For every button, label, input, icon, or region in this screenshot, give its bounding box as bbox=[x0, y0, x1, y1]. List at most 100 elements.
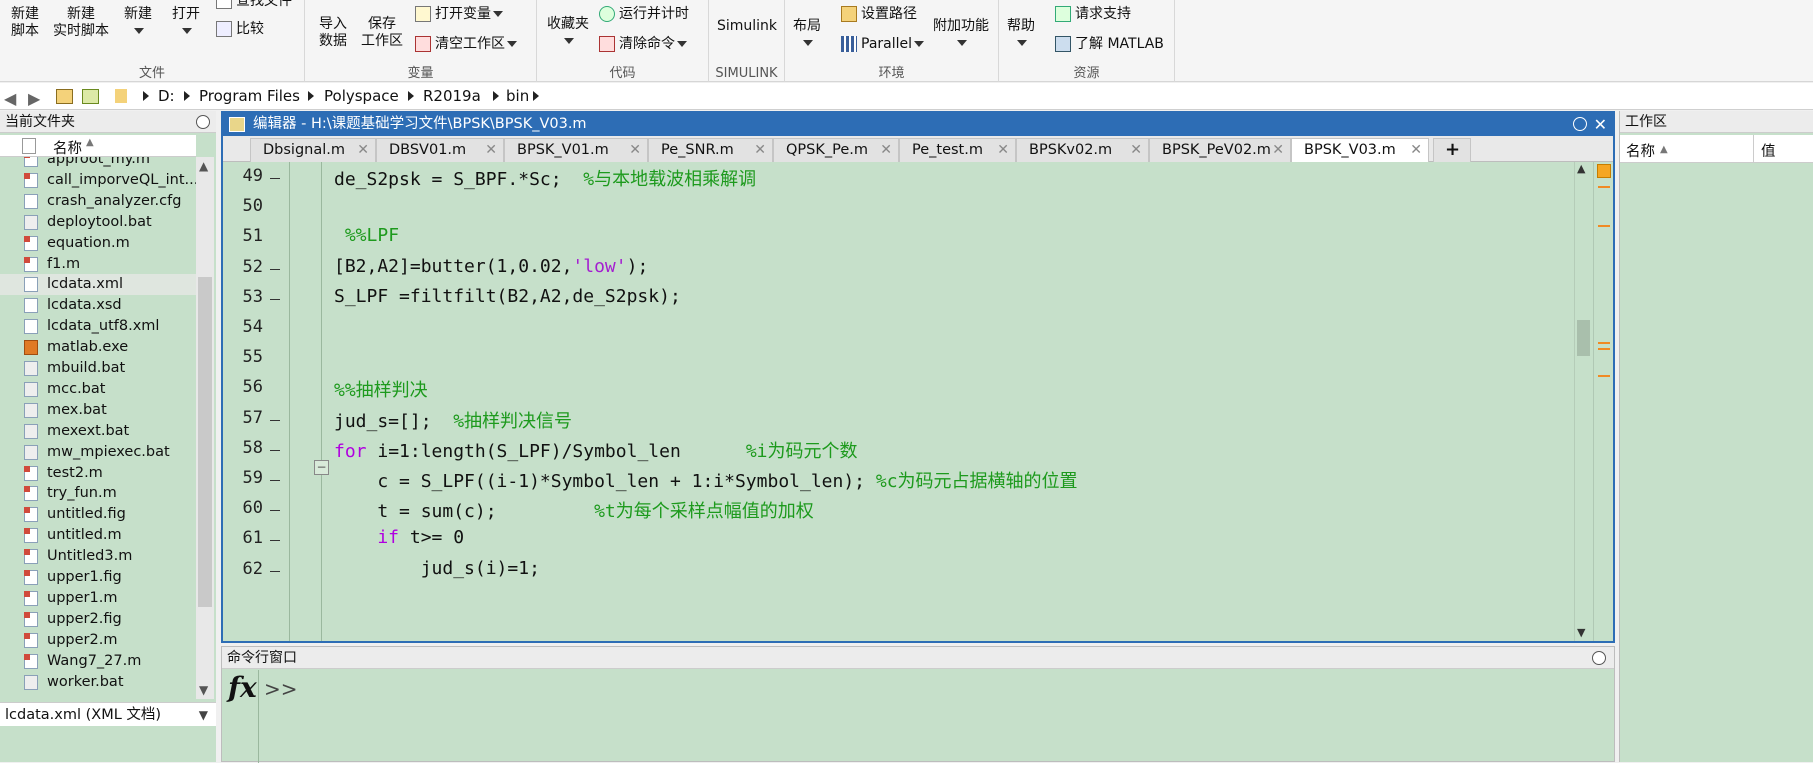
command-prompt[interactable]: >> bbox=[264, 677, 298, 701]
warning-marker[interactable] bbox=[1598, 375, 1610, 377]
file-list-item[interactable]: f1.m bbox=[0, 254, 196, 275]
new-tab-icon[interactable]: + bbox=[1433, 138, 1471, 162]
file-list-item[interactable]: approot_my.m bbox=[0, 157, 196, 170]
warning-marker[interactable] bbox=[1598, 225, 1610, 227]
details-bar[interactable]: lcdata.xml (XML 文档) ▼ bbox=[0, 702, 216, 726]
scroll-up-icon[interactable]: ▲ bbox=[1577, 162, 1585, 175]
new-script-button[interactable]: 新建 脚本 bbox=[4, 6, 46, 40]
editor-tab[interactable]: QPSK_Pe.m ✕ bbox=[773, 138, 899, 162]
file-list-item[interactable]: equation.m bbox=[0, 233, 196, 254]
file-list-item[interactable]: Wang7_27.m bbox=[0, 651, 196, 672]
file-list-item[interactable]: upper1.m bbox=[0, 588, 196, 609]
breakpoint-marker[interactable] bbox=[270, 480, 280, 481]
back-arrow-icon[interactable]: ◀ bbox=[4, 89, 16, 108]
file-list-item[interactable]: crash_analyzer.cfg bbox=[0, 191, 196, 212]
close-tab-icon[interactable]: ✕ bbox=[880, 139, 892, 161]
warning-marker[interactable] bbox=[1598, 348, 1610, 350]
simulink-button[interactable]: Simulink bbox=[713, 18, 781, 35]
close-tab-icon[interactable]: ✕ bbox=[1272, 139, 1284, 161]
editor-tab[interactable]: Pe_test.m ✕ bbox=[899, 138, 1016, 162]
file-list-header[interactable]: 名称 ▲ bbox=[0, 135, 196, 157]
close-tab-icon[interactable]: ✕ bbox=[754, 139, 766, 161]
breakpoint-marker[interactable] bbox=[270, 268, 280, 270]
file-list-item[interactable]: Untitled3.m bbox=[0, 546, 196, 567]
chevron-down-icon[interactable]: ▼ bbox=[199, 703, 208, 727]
file-list-item[interactable]: call_imporveQL_int... bbox=[0, 170, 196, 191]
file-list-item[interactable]: lcdata_utf8.xml bbox=[0, 316, 196, 337]
warning-indicator-icon[interactable] bbox=[1597, 164, 1611, 178]
breakpoint-marker[interactable] bbox=[270, 449, 280, 451]
clear-workspace-button[interactable]: 清空工作区 bbox=[415, 34, 517, 54]
editor-tab[interactable]: BPSK_V03.m ✕ bbox=[1291, 138, 1429, 162]
scrollbar-thumb[interactable] bbox=[198, 277, 212, 607]
warning-marker[interactable] bbox=[1598, 186, 1610, 188]
file-list-item[interactable]: lcdata.xml bbox=[0, 274, 196, 296]
file-list-item[interactable]: lcdata.xsd bbox=[0, 295, 196, 316]
editor-menu-icon[interactable] bbox=[1573, 117, 1587, 131]
file-list-item[interactable]: upper2.m bbox=[0, 630, 196, 651]
compare-button[interactable]: 比较 bbox=[216, 19, 264, 39]
open-variable-button[interactable]: 打开变量 bbox=[415, 4, 503, 24]
parallel-button[interactable]: Parallel bbox=[841, 34, 925, 54]
workspace-value-column[interactable]: 值 bbox=[1761, 140, 1776, 161]
file-list-scrollbar[interactable]: ▲ ▼ bbox=[196, 157, 214, 699]
file-list-item[interactable]: mexext.bat bbox=[0, 421, 196, 442]
up-folder-icon[interactable] bbox=[56, 89, 73, 104]
breakpoint-marker[interactable] bbox=[270, 570, 280, 572]
open-button[interactable]: 打开 bbox=[166, 6, 206, 40]
editor-tab[interactable]: BPSK_PeV02.m ✕ bbox=[1149, 138, 1291, 162]
code-analyzer-bar[interactable] bbox=[1593, 162, 1613, 641]
workspace-name-column[interactable]: 名称 bbox=[1626, 140, 1655, 161]
editor-tab[interactable]: DBSV01.m ✕ bbox=[376, 138, 504, 162]
forward-arrow-icon[interactable]: ▶ bbox=[28, 89, 40, 108]
editor-tab[interactable]: Dbsignal.m ✕ bbox=[250, 138, 376, 162]
save-workspace-button[interactable]: 保存 工作区 bbox=[359, 16, 405, 50]
close-tab-icon[interactable]: ✕ bbox=[1410, 139, 1422, 161]
breakpoint-marker[interactable] bbox=[270, 540, 280, 542]
warning-marker[interactable] bbox=[1598, 342, 1610, 344]
editor-tab[interactable]: BPSKv02.m ✕ bbox=[1016, 138, 1149, 162]
addons-button[interactable]: 附加功能 bbox=[931, 18, 991, 52]
breakpoint-marker[interactable] bbox=[270, 298, 280, 300]
file-list-item[interactable]: mw_mpiexec.bat bbox=[0, 442, 196, 463]
file-list-item[interactable]: mex.bat bbox=[0, 400, 196, 421]
run-and-time-button[interactable]: 运行并计时 bbox=[599, 4, 689, 24]
layout-button[interactable]: 布局 bbox=[789, 18, 825, 52]
close-tab-icon[interactable]: ✕ bbox=[357, 139, 369, 161]
new-button[interactable]: 新建 bbox=[118, 6, 158, 40]
file-list-item[interactable]: upper1.fig bbox=[0, 567, 196, 588]
breadcrumb-polyspace[interactable]: Polyspace bbox=[324, 87, 399, 105]
close-tab-icon[interactable]: ✕ bbox=[629, 139, 641, 161]
learn-matlab-button[interactable]: 了解 MATLAB bbox=[1055, 34, 1164, 54]
breadcrumb-r2019a[interactable]: R2019a bbox=[423, 87, 481, 105]
panel-menu-icon[interactable] bbox=[1592, 651, 1606, 665]
file-list-item[interactable]: deploytool.bat bbox=[0, 212, 196, 233]
editor-tab[interactable]: BPSK_V01.m ✕ bbox=[504, 138, 648, 162]
help-button[interactable]: 帮助 bbox=[1003, 18, 1039, 52]
import-data-button[interactable]: 导入 数据 bbox=[313, 16, 353, 50]
request-support-button[interactable]: 请求支持 bbox=[1055, 4, 1131, 24]
file-list-item[interactable]: untitled.fig bbox=[0, 504, 196, 525]
breakpoint-marker[interactable] bbox=[270, 178, 280, 179]
favorites-button[interactable]: 收藏夹 bbox=[543, 16, 593, 50]
editor-tab[interactable]: Pe_SNR.m ✕ bbox=[648, 138, 773, 162]
breadcrumb-d[interactable]: D: bbox=[158, 87, 175, 105]
file-list-item[interactable]: worker.bat bbox=[0, 672, 196, 693]
close-tab-icon[interactable]: ✕ bbox=[1130, 139, 1142, 161]
scroll-up-icon[interactable]: ▲ bbox=[199, 159, 208, 173]
new-live-script-button[interactable]: 新建 实时脚本 bbox=[52, 6, 110, 40]
file-list-item[interactable]: matlab.exe bbox=[0, 337, 196, 358]
clear-commands-button[interactable]: 清除命令 bbox=[599, 34, 687, 54]
close-tab-icon[interactable]: ✕ bbox=[997, 139, 1009, 161]
breakpoint-marker[interactable] bbox=[270, 419, 280, 421]
set-path-button[interactable]: 设置路径 bbox=[841, 4, 917, 24]
close-icon[interactable]: ✕ bbox=[1594, 113, 1607, 136]
function-browser-icon[interactable]: fx bbox=[228, 671, 257, 704]
browse-folder-icon[interactable] bbox=[82, 89, 99, 104]
file-list-item[interactable]: mbuild.bat bbox=[0, 358, 196, 379]
code-fold-icon[interactable]: − bbox=[314, 460, 329, 475]
name-column-header[interactable]: 名称 bbox=[53, 137, 82, 158]
scroll-down-icon[interactable]: ▼ bbox=[199, 683, 208, 697]
scrollbar-thumb[interactable] bbox=[1577, 320, 1590, 356]
file-list-item[interactable]: upper2.fig bbox=[0, 609, 196, 630]
